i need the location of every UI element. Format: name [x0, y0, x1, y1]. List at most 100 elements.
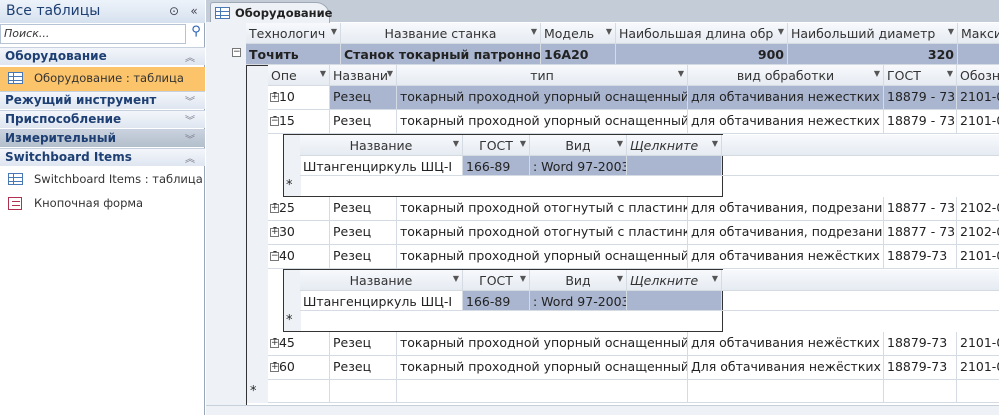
ops-row-025[interactable]: 025 Резец токарный проходной отогнутый с п… — [268, 197, 999, 221]
cell[interactable]: Штангенциркуль ШЦ-I — [300, 291, 463, 310]
cell[interactable]: 2101-0 — [957, 86, 999, 109]
cell[interactable]: токарный проходной упорный оснащенный — [397, 86, 688, 109]
cell[interactable]: Резец — [330, 197, 397, 220]
expand-icon[interactable]: + — [270, 363, 279, 372]
cell[interactable] — [627, 291, 722, 310]
cell[interactable]: для обтачивания, подрезания — [688, 221, 884, 244]
cell[interactable]: Резец — [330, 221, 397, 244]
cell[interactable]: для обтачивания, подрезания — [688, 197, 884, 220]
chevron-down-icon[interactable]: ︾ — [185, 112, 195, 127]
cell[interactable]: 18879-73 — [884, 332, 957, 355]
cell[interactable]: 166-89 — [463, 291, 530, 310]
nav-menu-dropdown-icon[interactable]: ⊙ — [166, 3, 182, 19]
chevron-down-icon[interactable]: ︾ — [185, 93, 195, 108]
cell[interactable]: 2101-0 — [957, 245, 999, 268]
column-header[interactable]: Щелкните ▼ — [627, 135, 722, 155]
cell[interactable]: 320 — [788, 44, 958, 64]
cell[interactable] — [957, 380, 999, 402]
cell[interactable]: 900 — [616, 44, 788, 64]
cell[interactable]: Для обтачивания нежёстких в — [688, 356, 884, 379]
nav-group-0[interactable]: Оборудование ︽ — [0, 47, 205, 65]
column-header[interactable]: Опе ▼ — [268, 65, 330, 85]
collapse-pane-icon[interactable]: « — [186, 3, 202, 19]
cell[interactable]: : Word 97-2003 — [530, 156, 627, 175]
column-header[interactable]: Название ▼ — [300, 135, 463, 155]
dropdown-arrow-icon[interactable]: ▼ — [387, 69, 393, 78]
cell[interactable]: Резец — [330, 356, 397, 379]
column-header[interactable]: Названи ▼ — [330, 65, 397, 85]
cell[interactable]: 2101-0 — [957, 356, 999, 379]
dropdown-arrow-icon[interactable]: ▼ — [606, 27, 612, 36]
expand-icon[interactable]: + — [270, 204, 279, 213]
cell[interactable]: токарный проходной отогнутый с пластинка — [397, 197, 688, 220]
cell[interactable]: 2102-0 — [957, 197, 999, 220]
cell[interactable]: 18879-73 — [884, 356, 957, 379]
cell[interactable]: Штангенциркуль ШЦ-I — [300, 156, 463, 175]
cell[interactable]: 18877 - 73 — [884, 197, 957, 220]
collapse-icon[interactable]: − — [232, 48, 241, 57]
cell[interactable] — [268, 380, 330, 402]
cell[interactable] — [397, 380, 688, 402]
tab-oborudovanie[interactable]: Оборудование — [210, 2, 332, 23]
cell[interactable]: 18877 - 73 — [884, 221, 957, 244]
cell[interactable]: Точить — [246, 44, 341, 64]
dropdown-arrow-icon[interactable]: ▼ — [712, 139, 718, 148]
column-header[interactable]: Наибольший диаметр ▼ — [788, 23, 958, 43]
chevron-up-icon[interactable]: ︽ — [185, 49, 195, 64]
cell[interactable]: 18879 - 73 — [884, 86, 957, 109]
nav-group-2[interactable]: Приспособление ︾ — [0, 110, 205, 128]
horizontal-scrollbar[interactable] — [206, 405, 999, 415]
search-icon[interactable]: ⚲ — [187, 24, 205, 44]
dropdown-arrow-icon[interactable]: ▼ — [453, 274, 459, 283]
dropdown-arrow-icon[interactable]: ▼ — [320, 69, 326, 78]
dropdown-arrow-icon[interactable]: ▼ — [874, 69, 880, 78]
cell[interactable] — [958, 44, 999, 64]
cell[interactable] — [884, 380, 957, 402]
column-header[interactable]: Щелкните ▼ — [627, 270, 722, 290]
dropdown-arrow-icon[interactable]: ▼ — [520, 139, 526, 148]
column-header[interactable]: тип ▼ — [397, 65, 688, 85]
dropdown-arrow-icon[interactable]: ▼ — [617, 139, 623, 148]
cell[interactable]: токарный проходной упорный оснащенный — [397, 245, 688, 268]
cell[interactable]: токарный проходной отогнутый с пластинка — [397, 221, 688, 244]
search-input[interactable]: Поиск... — [0, 24, 186, 44]
column-header[interactable]: ГОСТ ▼ — [463, 135, 530, 155]
cell[interactable]: 2102-0 — [957, 221, 999, 244]
column-header[interactable]: вид обработки ▼ — [688, 65, 884, 85]
column-header[interactable]: Название ▼ — [300, 270, 463, 290]
nav-item[interactable]: Switchboard Items : таблица — [0, 168, 205, 192]
column-header[interactable]: Обозн — [957, 65, 999, 85]
dropdown-arrow-icon[interactable]: ▼ — [617, 274, 623, 283]
cell[interactable]: 16А20 — [541, 44, 616, 64]
cell[interactable]: 166-89 — [463, 156, 530, 175]
dropdown-arrow-icon[interactable]: ▼ — [331, 27, 337, 36]
cell[interactable]: токарный проходной упорный оснащенный — [397, 332, 688, 355]
cell[interactable]: Резец — [330, 332, 397, 355]
cell[interactable]: токарный проходной упорный оснащенный — [397, 356, 688, 379]
main-row-tochit[interactable]: Точить Станок токарный патронно-це16А20 90… — [246, 44, 999, 65]
cell[interactable]: 2101-0 — [957, 110, 999, 133]
dropdown-arrow-icon[interactable]: ▼ — [678, 69, 684, 78]
cell[interactable]: Станок токарный патронно-це — [341, 44, 541, 64]
cell[interactable]: 18879-73 — [884, 245, 957, 268]
tools-row[interactable]: Штангенциркуль ШЦ-I 166-89: Word 97-2003 — [300, 156, 999, 176]
column-header[interactable]: Наибольшая длина обр ▼ — [616, 23, 788, 43]
cell[interactable]: Резец — [330, 86, 397, 109]
ops-row-060[interactable]: 060 Резец токарный проходной упорный оснащ… — [268, 356, 999, 380]
dropdown-arrow-icon[interactable]: ▼ — [712, 274, 718, 283]
dropdown-arrow-icon[interactable]: ▼ — [947, 69, 953, 78]
expand-icon[interactable]: + — [270, 339, 279, 348]
chevron-down-icon[interactable]: ︾ — [185, 131, 195, 146]
cell[interactable]: 2101-0 — [957, 332, 999, 355]
nav-group-1[interactable]: Режущий инструмент ︾ — [0, 91, 205, 109]
cell[interactable]: для обтачивания нежестких в — [688, 110, 884, 133]
cell[interactable]: для обтачивания нежёстких в — [688, 245, 884, 268]
cell[interactable]: 18879 - 73 — [884, 110, 957, 133]
dropdown-arrow-icon[interactable]: ▼ — [531, 27, 537, 36]
collapse-icon[interactable]: − — [270, 252, 279, 261]
dropdown-arrow-icon[interactable]: ▼ — [948, 27, 954, 36]
collapse-icon[interactable]: − — [270, 117, 279, 126]
tools-row[interactable]: Штангенциркуль ШЦ-I 166-89: Word 97-2003 — [300, 291, 999, 311]
nav-group-3[interactable]: Измерительный инструмент︾ — [0, 129, 205, 159]
dropdown-arrow-icon[interactable]: ▼ — [453, 139, 459, 148]
